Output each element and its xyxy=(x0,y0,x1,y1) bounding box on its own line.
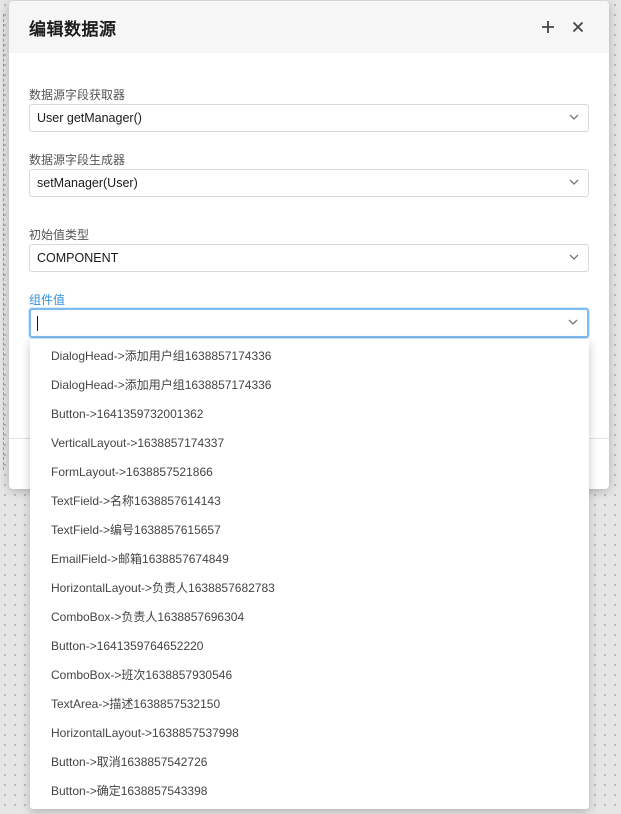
dropdown-option[interactable]: TextField->名称1638857614143 xyxy=(30,487,589,516)
text-caret xyxy=(37,315,38,331)
dropdown-option[interactable]: TextField->编号1638857615657 xyxy=(30,516,589,545)
dropdown-option[interactable]: ComboBox->负责人1638857696304 xyxy=(30,603,589,632)
close-icon[interactable] xyxy=(567,16,589,38)
setter-value: setManager(User) xyxy=(37,176,138,190)
dialog-title: 编辑数据源 xyxy=(29,19,117,39)
initial-type-value: COMPONENT xyxy=(37,251,119,265)
initial-type-select[interactable]: COMPONENT xyxy=(29,244,589,272)
getter-label: 数据源字段获取器 xyxy=(29,88,126,102)
component-select[interactable] xyxy=(29,308,589,338)
initial-type-label: 初始值类型 xyxy=(29,228,90,242)
dropdown-option[interactable]: Button->确定1638857543398 xyxy=(30,777,589,806)
dropdown-option[interactable]: VerticalLayout->1638857174337 xyxy=(30,429,589,458)
background-canvas-edge xyxy=(0,14,4,470)
chevron-down-icon xyxy=(569,114,579,120)
dropdown-option[interactable]: HorizontalLayout->负责人1638857682783 xyxy=(30,574,589,603)
dropdown-option[interactable]: FormLayout->1638857521866 xyxy=(30,458,589,487)
dropdown-option[interactable]: ComboBox->班次1638857930546 xyxy=(30,661,589,690)
dropdown-option[interactable]: DialogHead->添加用户组1638857174336 xyxy=(30,342,589,371)
getter-value: User getManager() xyxy=(37,111,142,125)
dropdown-option[interactable]: Button->1641359732001362 xyxy=(30,400,589,429)
dropdown-option[interactable]: DialogHead->添加用户组1638857174336 xyxy=(30,371,589,400)
getter-select[interactable]: User getManager() xyxy=(29,104,589,132)
dropdown-option[interactable]: Button->取消1638857542726 xyxy=(30,748,589,777)
chevron-down-icon xyxy=(569,254,579,260)
chevron-down-icon xyxy=(568,319,578,325)
component-dropdown: DialogHead->添加用户组1638857174336 DialogHead… xyxy=(30,339,589,809)
chevron-down-icon xyxy=(569,179,579,185)
component-label: 组件值 xyxy=(29,293,66,307)
dropdown-option[interactable]: Button->1641359764652220 xyxy=(30,632,589,661)
dropdown-option[interactable]: EmailField->邮箱1638857674849 xyxy=(30,545,589,574)
dropdown-option[interactable]: TextArea->描述1638857532150 xyxy=(30,690,589,719)
dropdown-option[interactable]: HorizontalLayout->1638857537998 xyxy=(30,719,589,748)
setter-label: 数据源字段生成器 xyxy=(29,153,126,167)
setter-select[interactable]: setManager(User) xyxy=(29,169,589,197)
dropdown-list: DialogHead->添加用户组1638857174336 DialogHead… xyxy=(30,339,589,806)
dialog-header: 编辑数据源 xyxy=(9,1,609,53)
plus-icon[interactable] xyxy=(537,16,559,38)
